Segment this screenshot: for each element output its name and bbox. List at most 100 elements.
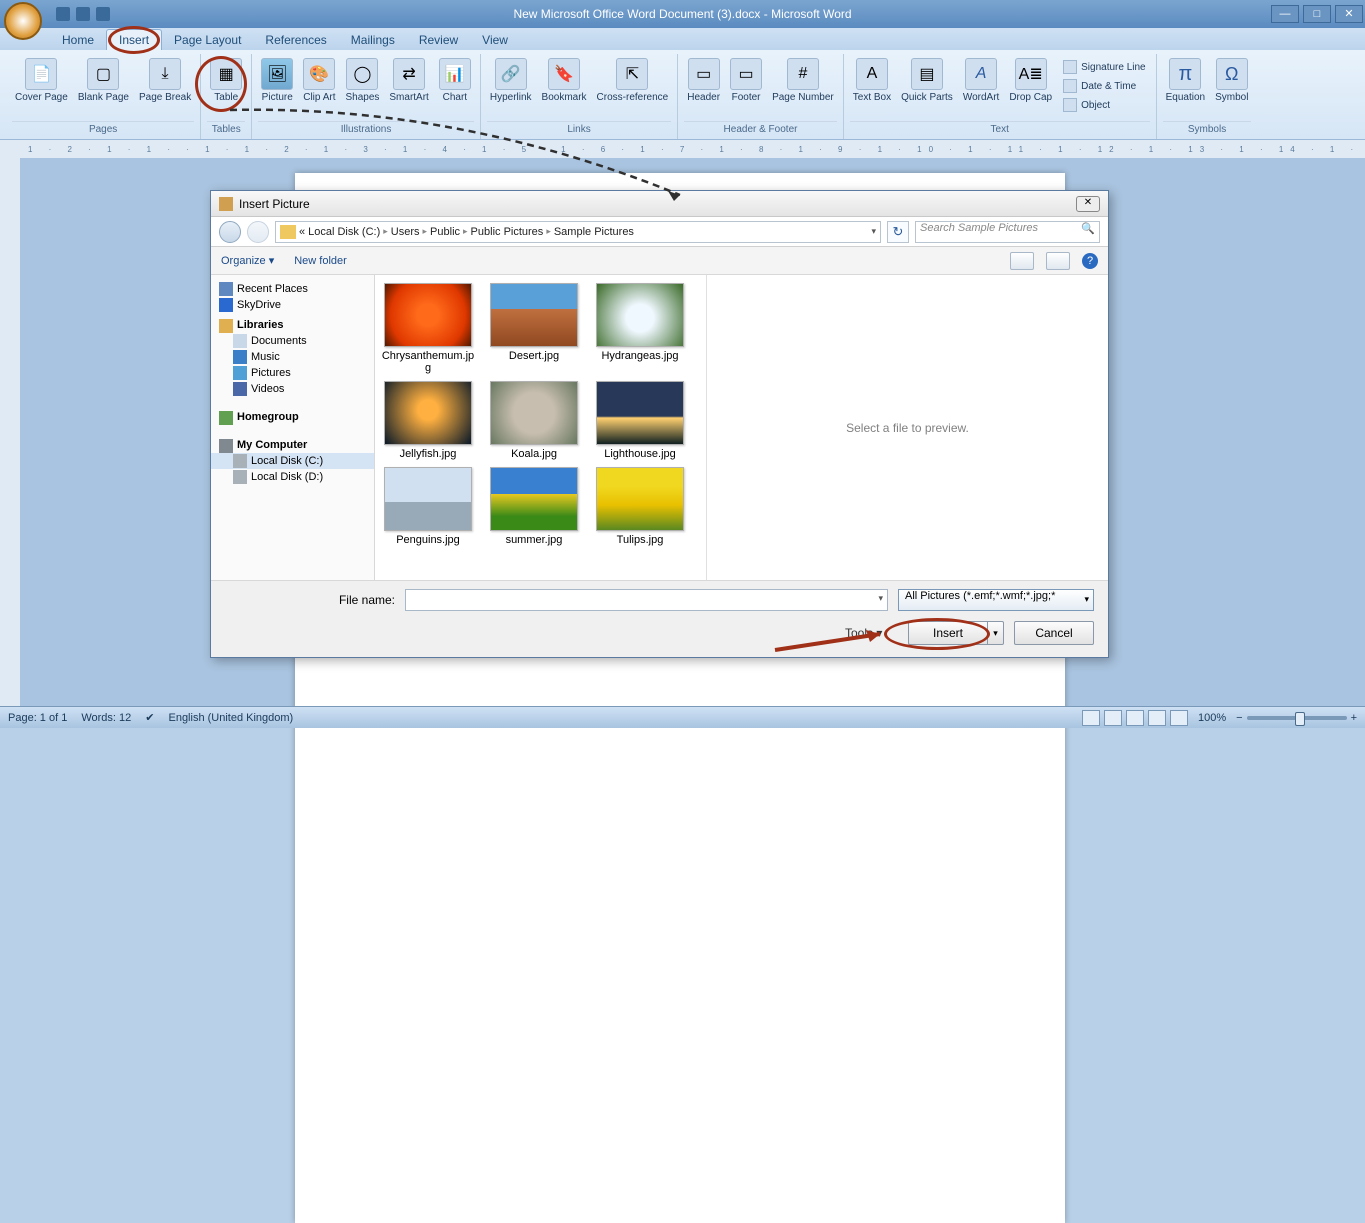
tab-home[interactable]: Home bbox=[50, 30, 106, 50]
smartart-button[interactable]: ⇄SmartArt bbox=[386, 56, 431, 105]
search-input[interactable]: Search Sample Pictures bbox=[915, 221, 1100, 243]
drop-cap-button[interactable]: A≣Drop Cap bbox=[1006, 56, 1055, 105]
zoom-out-button[interactable]: − bbox=[1236, 712, 1242, 724]
zoom-slider[interactable] bbox=[1247, 716, 1347, 720]
sidebar-local-c[interactable]: Local Disk (C:) bbox=[211, 453, 374, 469]
object-button[interactable]: Object bbox=[1059, 96, 1150, 114]
tab-insert[interactable]: Insert bbox=[106, 29, 162, 50]
nav-back-button[interactable] bbox=[219, 221, 241, 243]
breadcrumb-bar[interactable]: « Local Disk (C:)▸ Users▸ Public▸ Public… bbox=[275, 221, 881, 243]
blank-page-button[interactable]: ▢Blank Page bbox=[75, 56, 132, 105]
status-page[interactable]: Page: 1 of 1 bbox=[8, 712, 67, 724]
nav-forward-button[interactable] bbox=[247, 221, 269, 243]
preview-toggle-button[interactable] bbox=[1046, 252, 1070, 270]
organize-button[interactable]: Organize ▾ bbox=[221, 254, 274, 267]
office-button[interactable] bbox=[4, 2, 42, 40]
file-thumbnail[interactable]: summer.jpg bbox=[485, 467, 583, 549]
bookmark-button[interactable]: 🔖Bookmark bbox=[539, 56, 590, 105]
view-full-screen[interactable] bbox=[1104, 710, 1122, 726]
breadcrumb-item[interactable]: Public Pictures bbox=[471, 226, 544, 238]
insert-button[interactable]: Insert bbox=[908, 621, 988, 645]
path-dropdown-icon[interactable]: ▾ bbox=[871, 226, 876, 237]
hyperlink-button[interactable]: 🔗Hyperlink bbox=[487, 56, 535, 105]
sidebar-homegroup[interactable]: Homegroup bbox=[211, 405, 374, 425]
sidebar-skydrive[interactable]: SkyDrive bbox=[211, 297, 374, 313]
breadcrumb-item[interactable]: Public bbox=[430, 226, 460, 238]
file-thumbnail[interactable]: Lighthouse.jpg bbox=[591, 381, 689, 463]
file-thumbnail[interactable]: Desert.jpg bbox=[485, 283, 583, 377]
breadcrumb-item[interactable]: « bbox=[299, 226, 305, 238]
insert-dropdown-button[interactable]: ▾ bbox=[988, 621, 1004, 645]
chart-button[interactable]: 📊Chart bbox=[436, 56, 474, 105]
maximize-button[interactable]: □ bbox=[1303, 5, 1331, 23]
clip-art-icon: 🎨 bbox=[303, 58, 335, 90]
tab-references[interactable]: References bbox=[253, 30, 338, 50]
breadcrumb-item[interactable]: Users bbox=[391, 226, 420, 238]
cross-ref-button[interactable]: ⇱Cross-reference bbox=[594, 56, 672, 105]
quick-parts-button[interactable]: ▤Quick Parts bbox=[898, 56, 956, 105]
minimize-button[interactable]: — bbox=[1271, 5, 1299, 23]
view-draft[interactable] bbox=[1170, 710, 1188, 726]
sidebar-documents[interactable]: Documents bbox=[211, 333, 374, 349]
sidebar-libraries[interactable]: Libraries bbox=[211, 313, 374, 333]
text-box-button[interactable]: AText Box bbox=[850, 56, 894, 105]
sidebar-pictures[interactable]: Pictures bbox=[211, 365, 374, 381]
wordart-icon: A bbox=[965, 58, 997, 90]
view-outline[interactable] bbox=[1148, 710, 1166, 726]
sidebar-videos[interactable]: Videos bbox=[211, 381, 374, 397]
file-thumbnail[interactable]: Chrysanthemum.jpg bbox=[379, 283, 477, 377]
sidebar-music[interactable]: Music bbox=[211, 349, 374, 365]
sidebar-recent-places[interactable]: Recent Places bbox=[211, 281, 374, 297]
breadcrumb-item[interactable]: Local Disk (C:) bbox=[308, 226, 380, 238]
picture-button[interactable]: 🖼Picture bbox=[258, 56, 296, 105]
signature-line-button[interactable]: Signature Line bbox=[1059, 58, 1150, 76]
table-button[interactable]: ▦Table bbox=[207, 56, 245, 105]
file-thumbnail[interactable]: Tulips.jpg bbox=[591, 467, 689, 549]
page-number-button[interactable]: #Page Number bbox=[769, 56, 837, 105]
cancel-button[interactable]: Cancel bbox=[1014, 621, 1094, 645]
zoom-level[interactable]: 100% bbox=[1198, 712, 1226, 724]
file-thumbnail[interactable]: Jellyfish.jpg bbox=[379, 381, 477, 463]
file-type-filter[interactable]: All Pictures (*.emf;*.wmf;*.jpg;* bbox=[898, 589, 1094, 611]
refresh-button[interactable]: ↻ bbox=[887, 221, 909, 243]
new-folder-button[interactable]: New folder bbox=[294, 255, 347, 267]
sidebar-local-d[interactable]: Local Disk (D:) bbox=[211, 469, 374, 485]
qat-save-icon[interactable] bbox=[56, 7, 70, 21]
sidebar-my-computer[interactable]: My Computer bbox=[211, 433, 374, 453]
tools-dropdown[interactable]: Tools ▾ bbox=[845, 626, 882, 640]
qat-redo-icon[interactable] bbox=[96, 7, 110, 21]
footer-button[interactable]: ▭Footer bbox=[727, 56, 765, 105]
tab-review[interactable]: Review bbox=[407, 30, 470, 50]
status-language[interactable]: English (United Kingdom) bbox=[168, 712, 293, 724]
status-proofing-icon[interactable]: ✔ bbox=[145, 711, 154, 724]
equation-button[interactable]: πEquation bbox=[1163, 56, 1208, 105]
shapes-button[interactable]: ◯Shapes bbox=[342, 56, 382, 105]
zoom-in-button[interactable]: + bbox=[1351, 712, 1357, 724]
dialog-close-button[interactable]: ✕ bbox=[1076, 196, 1100, 212]
qat-undo-icon[interactable] bbox=[76, 7, 90, 21]
cover-page-button[interactable]: 📄Cover Page bbox=[12, 56, 71, 105]
tab-view[interactable]: View bbox=[470, 30, 520, 50]
horizontal-ruler[interactable]: 1 · 2 · 1 · 1 · · 1 · 1 · 2 · 1 · 3 · 1 … bbox=[0, 140, 1365, 158]
tab-mailings[interactable]: Mailings bbox=[339, 30, 407, 50]
tab-page-layout[interactable]: Page Layout bbox=[162, 30, 253, 50]
file-thumbnail[interactable]: Hydrangeas.jpg bbox=[591, 283, 689, 377]
status-words[interactable]: Words: 12 bbox=[81, 712, 131, 724]
vertical-ruler[interactable] bbox=[0, 158, 20, 706]
header-button[interactable]: ▭Header bbox=[684, 56, 723, 105]
symbol-button[interactable]: ΩSymbol bbox=[1212, 56, 1251, 105]
view-mode-button[interactable] bbox=[1010, 252, 1034, 270]
view-web-layout[interactable] bbox=[1126, 710, 1144, 726]
thumbnail-image bbox=[596, 283, 684, 347]
file-name-input[interactable] bbox=[405, 589, 888, 611]
date-time-button[interactable]: Date & Time bbox=[1059, 77, 1150, 95]
close-button[interactable]: ✕ bbox=[1335, 5, 1363, 23]
help-button[interactable]: ? bbox=[1082, 253, 1098, 269]
breadcrumb-item[interactable]: Sample Pictures bbox=[554, 226, 634, 238]
wordart-button[interactable]: AWordArt bbox=[960, 56, 1003, 105]
clip-art-button[interactable]: 🎨Clip Art bbox=[300, 56, 338, 105]
view-print-layout[interactable] bbox=[1082, 710, 1100, 726]
file-thumbnail[interactable]: Penguins.jpg bbox=[379, 467, 477, 549]
page-break-button[interactable]: ⤓Page Break bbox=[136, 56, 194, 105]
file-thumbnail[interactable]: Koala.jpg bbox=[485, 381, 583, 463]
